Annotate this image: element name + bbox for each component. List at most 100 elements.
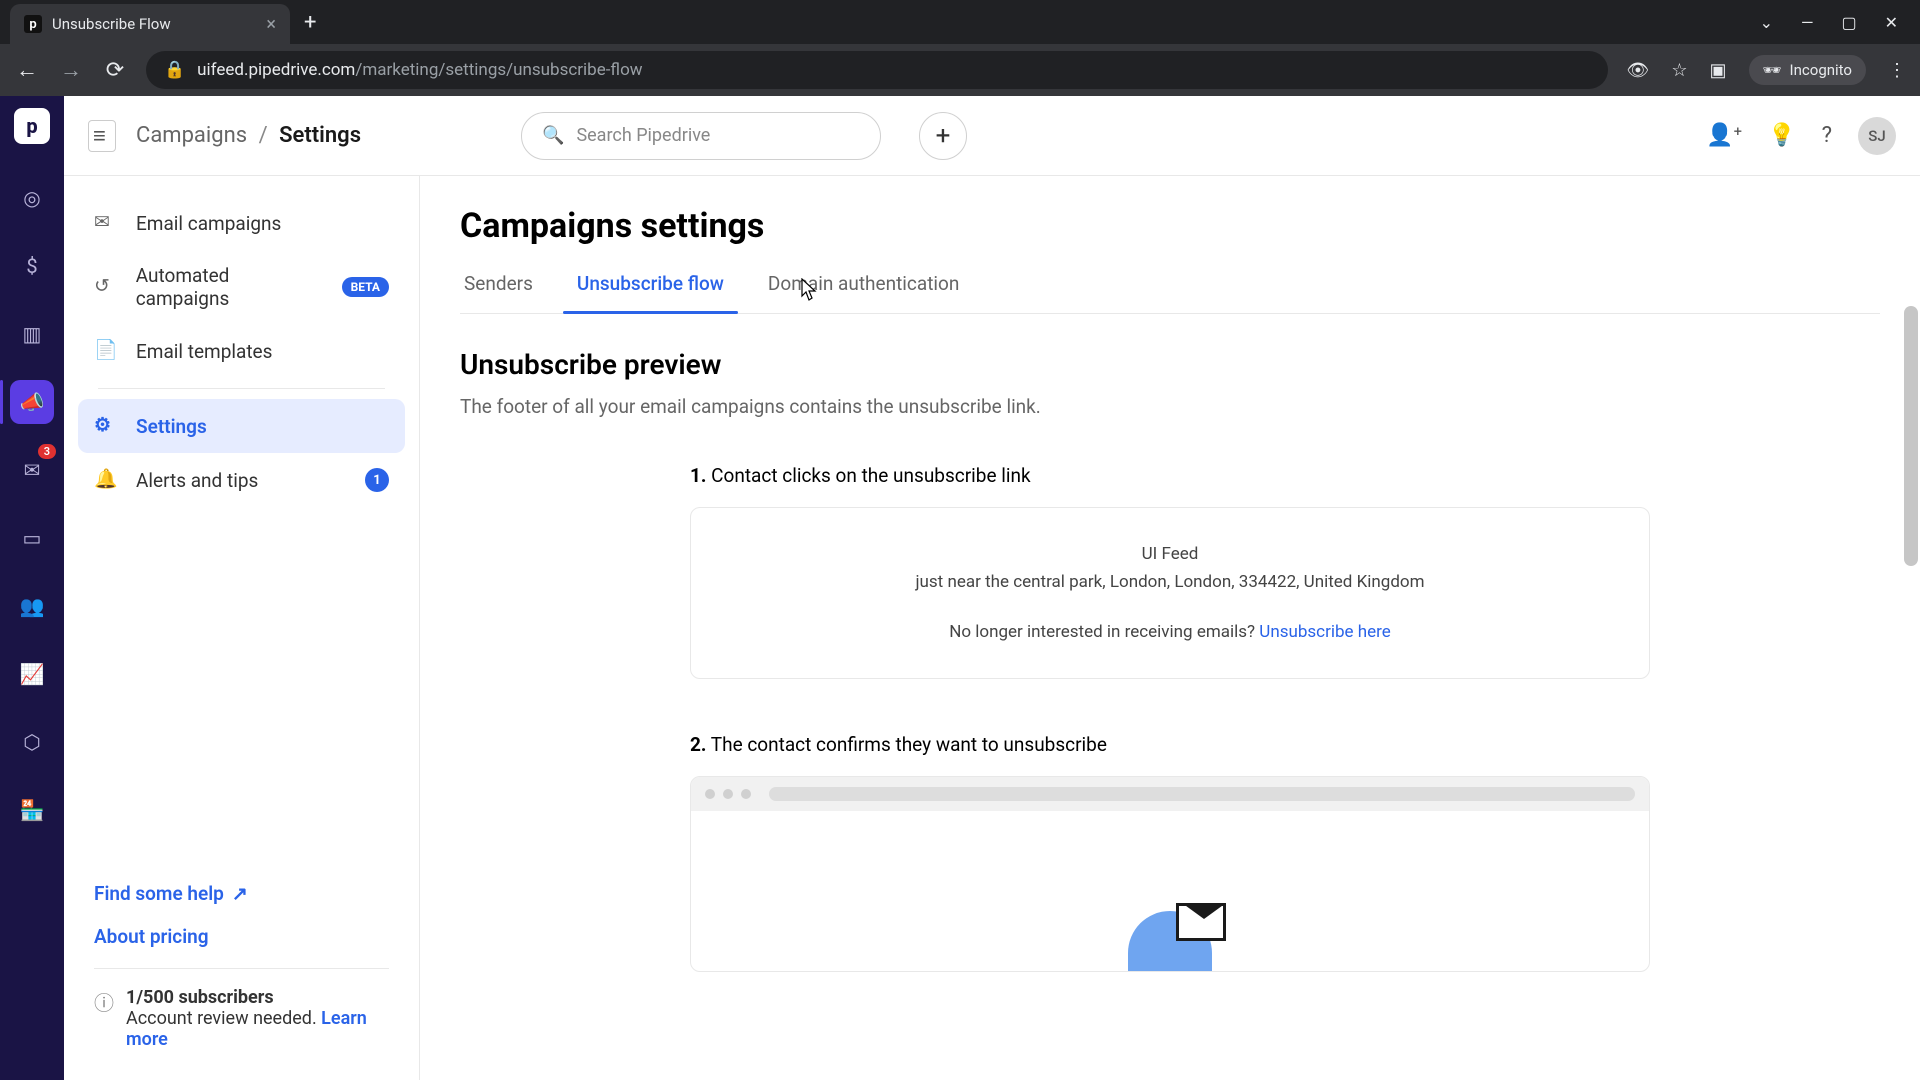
- sidebar-divider: [98, 388, 385, 389]
- fake-url-bar: [769, 787, 1635, 801]
- sub-review: Account review needed.: [126, 1008, 317, 1029]
- step2-label: 2. The contact confirms they want to uns…: [690, 733, 1650, 756]
- rail-products[interactable]: ⬡: [10, 720, 54, 764]
- incognito-label: Incognito: [1790, 61, 1852, 79]
- breadcrumb-root[interactable]: Campaigns: [136, 123, 247, 148]
- unsubscribe-link[interactable]: Unsubscribe here: [1259, 622, 1390, 642]
- nav-rail: p ◎ $ ▥ 📣 ✉3 ▭ 👥 📈 ⬡ 🏪: [0, 96, 64, 1080]
- browser-tab-bar: p Unsubscribe Flow × + ⌄ — ▢ ✕: [0, 0, 1920, 44]
- rail-marketplace[interactable]: 🏪: [10, 788, 54, 832]
- sidebar-item-email-templates[interactable]: 📄 Email templates: [78, 324, 405, 378]
- lightbulb-icon[interactable]: 💡: [1768, 123, 1795, 148]
- content: Campaigns settings Senders Unsubscribe f…: [420, 176, 1920, 1080]
- minimize-icon[interactable]: —: [1801, 13, 1814, 32]
- search-placeholder: Search Pipedrive: [576, 125, 710, 146]
- tab-senders[interactable]: Senders: [460, 272, 537, 313]
- rail-activities[interactable]: ▭: [10, 516, 54, 560]
- app: p ◎ $ ▥ 📣 ✉3 ▭ 👥 📈 ⬡ 🏪 ≡ Campaigns / Set…: [0, 96, 1920, 1080]
- tab-title: Unsubscribe Flow: [52, 15, 171, 33]
- sidebar-item-label: Alerts and tips: [136, 469, 258, 492]
- browser-tab[interactable]: p Unsubscribe Flow ×: [10, 4, 290, 44]
- sidebar-bottom: Find some help ↗ About pricing ⓘ 1/500 s…: [78, 862, 405, 1060]
- new-tab-button[interactable]: +: [304, 10, 316, 35]
- breadcrumb: Campaigns / Settings: [136, 123, 361, 148]
- add-button[interactable]: +: [919, 112, 967, 160]
- envelope-illustration-icon: [1128, 911, 1212, 971]
- section-title: Unsubscribe preview: [460, 348, 1880, 381]
- dot-icon: [741, 789, 751, 799]
- envelope-icon: ✉: [94, 210, 120, 236]
- alert-count-badge: 1: [365, 468, 389, 492]
- help-icon[interactable]: ?: [1822, 123, 1832, 148]
- breadcrumb-sep: /: [259, 123, 268, 148]
- external-link-icon: ↗: [232, 882, 248, 905]
- lock-icon: 🔒: [164, 60, 185, 80]
- page-title: Campaigns settings: [460, 206, 1880, 246]
- sidebar-item-label: Email templates: [136, 340, 272, 363]
- rail-contacts[interactable]: 👥: [10, 584, 54, 628]
- footer-org: UI Feed: [731, 544, 1609, 564]
- body: ✉ Email campaigns ↺ Automated campaigns …: [64, 176, 1920, 1080]
- dot-icon: [705, 789, 715, 799]
- rail-projects[interactable]: ▥: [10, 312, 54, 356]
- avatar[interactable]: SJ: [1858, 117, 1896, 155]
- confirm-browser-preview: [690, 776, 1650, 972]
- rail-insights[interactable]: 📈: [10, 652, 54, 696]
- sidebar-item-label: Email campaigns: [136, 212, 281, 235]
- close-window-icon[interactable]: ✕: [1885, 13, 1898, 32]
- rail-mail[interactable]: ✉3: [10, 448, 54, 492]
- topbar: ≡ Campaigns / Settings 🔍 Search Pipedriv…: [64, 96, 1920, 176]
- sidebar-toggle-icon[interactable]: ≡: [88, 120, 116, 152]
- mail-badge: 3: [38, 444, 56, 459]
- reload-button[interactable]: ⟳: [102, 58, 128, 83]
- confirm-body: [691, 811, 1649, 971]
- url-path: /marketing/settings/unsubscribe-flow: [355, 60, 642, 80]
- sidebar-item-label: Automated campaigns: [136, 264, 326, 310]
- step1-label: 1. Contact clicks on the unsubscribe lin…: [690, 464, 1650, 487]
- sidebar-item-automated-campaigns[interactable]: ↺ Automated campaigns BETA: [78, 250, 405, 324]
- subscriber-status: ⓘ 1/500 subscribers Account review neede…: [94, 968, 389, 1050]
- url-input[interactable]: 🔒 uifeed.pipedrive.com/marketing/setting…: [146, 51, 1608, 89]
- rail-campaigns[interactable]: 📣: [10, 380, 54, 424]
- maximize-icon[interactable]: ▢: [1841, 13, 1856, 32]
- automation-icon: ↺: [94, 274, 120, 300]
- menu-icon[interactable]: ⋮: [1888, 60, 1906, 81]
- sidebar-item-settings[interactable]: ⚙ Settings: [78, 399, 405, 453]
- email-footer-preview: UI Feed just near the central park, Lond…: [690, 507, 1650, 679]
- breadcrumb-current: Settings: [279, 123, 361, 148]
- preview: 1. Contact clicks on the unsubscribe lin…: [690, 464, 1650, 972]
- invite-user-icon[interactable]: 👤⁺: [1706, 123, 1742, 148]
- tab-domain-auth[interactable]: Domain authentication: [764, 272, 963, 313]
- browser-chrome: p Unsubscribe Flow × + ⌄ — ▢ ✕ ← → ⟳ 🔒 u…: [0, 0, 1920, 96]
- scrollbar[interactable]: [1904, 306, 1918, 566]
- back-button[interactable]: ←: [14, 57, 40, 83]
- sidebar-item-alerts[interactable]: 🔔 Alerts and tips 1: [78, 453, 405, 507]
- footer-address: just near the central park, London, Lond…: [731, 572, 1609, 592]
- about-pricing-link[interactable]: About pricing: [94, 925, 389, 948]
- rail-leads[interactable]: ◎: [10, 176, 54, 220]
- sidebar-item-email-campaigns[interactable]: ✉ Email campaigns: [78, 196, 405, 250]
- star-icon[interactable]: ☆: [1671, 60, 1687, 81]
- extension-icon[interactable]: ▣: [1709, 60, 1726, 81]
- favicon-icon: p: [24, 15, 42, 33]
- rail-deals[interactable]: $: [10, 244, 54, 288]
- tabs: Senders Unsubscribe flow Domain authenti…: [460, 272, 1880, 314]
- find-help-link[interactable]: Find some help ↗: [94, 882, 389, 905]
- address-bar: ← → ⟳ 🔒 uifeed.pipedrive.com/marketing/s…: [0, 44, 1920, 96]
- url-host: uifeed.pipedrive.com: [197, 60, 355, 80]
- search-icon: 🔍: [542, 125, 564, 146]
- section-desc: The footer of all your email campaigns c…: [460, 395, 1880, 418]
- eye-off-icon[interactable]: 👁: [1626, 60, 1649, 81]
- dot-icon: [723, 789, 733, 799]
- info-icon: ⓘ: [94, 987, 114, 1050]
- gear-icon: ⚙: [94, 413, 120, 439]
- sidebar-item-label: Settings: [136, 415, 207, 438]
- close-tab-icon[interactable]: ×: [266, 14, 276, 35]
- chevron-down-icon[interactable]: ⌄: [1760, 13, 1773, 32]
- logo-icon[interactable]: p: [14, 108, 50, 144]
- bell-icon: 🔔: [94, 467, 120, 493]
- forward-button[interactable]: →: [58, 57, 84, 83]
- tab-unsubscribe-flow[interactable]: Unsubscribe flow: [573, 272, 728, 313]
- sub-count: 1/500 subscribers: [126, 987, 389, 1008]
- search-input[interactable]: 🔍 Search Pipedrive: [521, 112, 881, 160]
